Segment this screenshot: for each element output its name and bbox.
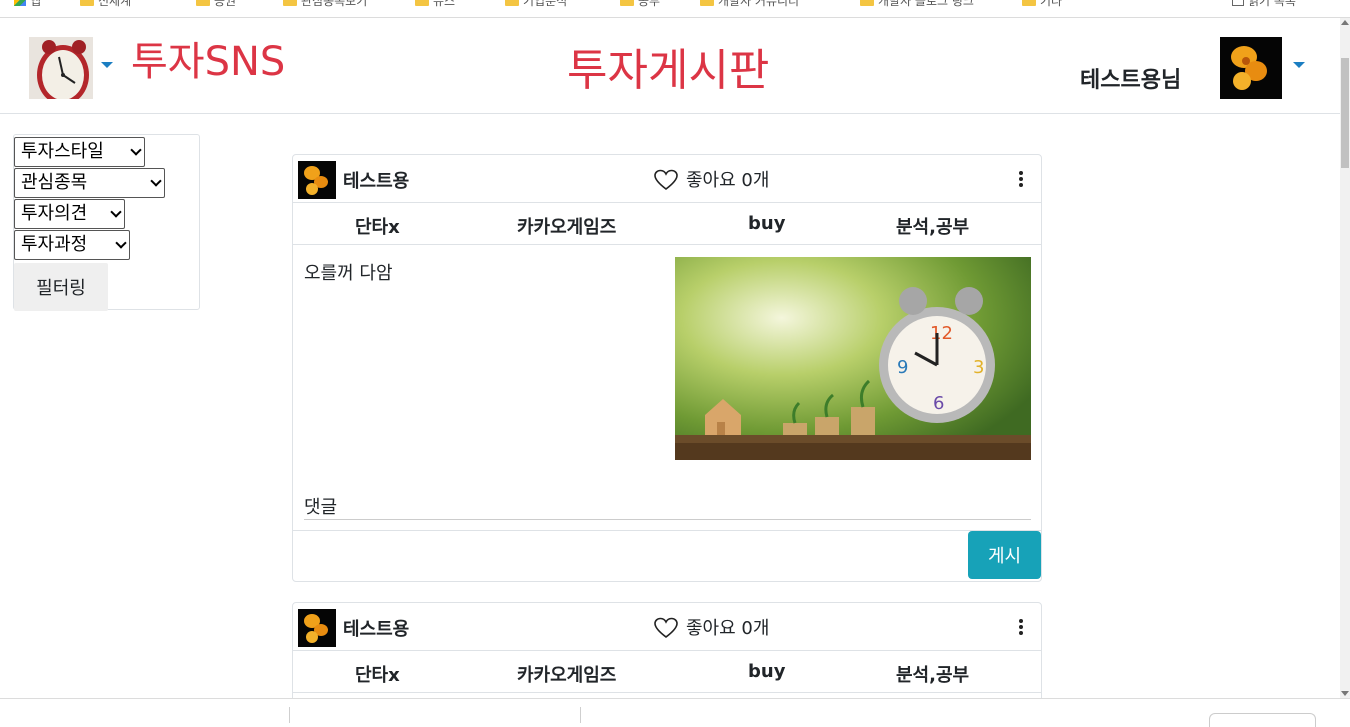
style-select-value: 투자스타일 xyxy=(21,141,104,162)
folder-icon xyxy=(283,0,297,6)
folder-icon xyxy=(415,0,429,6)
bookmark-label: 앱 xyxy=(30,0,42,8)
bookmark-folder[interactable]: 뉴스 xyxy=(415,0,455,8)
bookmark-label: 기타 xyxy=(1040,0,1063,8)
svg-text:6: 6 xyxy=(933,393,944,414)
folder-icon xyxy=(196,0,210,6)
tag-stock: 카카오게임즈 xyxy=(517,665,617,686)
style-select[interactable]: 투자스타일 xyxy=(14,137,145,167)
bookmark-folder[interactable]: 기업분석 xyxy=(505,0,567,8)
folder-icon xyxy=(700,0,714,6)
process-select[interactable]: 투자과정 xyxy=(14,230,130,260)
post-header: 테스트용 좋아요 0개 xyxy=(293,603,1041,651)
bookmarks-bar: 앱 신세계 증권 관심종목보기 뉴스 기업분석 공부 개발자 커뮤니티 개발자 … xyxy=(0,0,1350,18)
chevron-down-icon xyxy=(115,237,127,249)
bookmark-folder[interactable]: 공부 xyxy=(620,0,660,8)
post-tags: 단타x 카카오게임즈 buy 분석,공부 xyxy=(293,651,1041,693)
post-tags: 단타x 카카오게임즈 buy 분석,공부 xyxy=(293,203,1041,245)
svg-text:3: 3 xyxy=(973,357,984,378)
like-count: 좋아요 0개 xyxy=(686,170,770,191)
svg-text:12: 12 xyxy=(930,323,953,344)
tag-opinion: buy xyxy=(748,661,786,682)
chevron-down-icon xyxy=(130,144,142,156)
scroll-thumb[interactable] xyxy=(1341,58,1349,168)
tag-style: 단타x xyxy=(355,217,400,238)
svg-text:9: 9 xyxy=(897,357,908,378)
post-comment-button[interactable]: 게시 xyxy=(968,531,1041,579)
folder-icon xyxy=(620,0,634,6)
tag-process: 분석,공부 xyxy=(896,217,970,238)
tag-process: 분석,공부 xyxy=(896,665,970,686)
user-avatar[interactable] xyxy=(1220,37,1282,99)
scroll-down-arrow-icon[interactable] xyxy=(1341,691,1349,696)
bookmark-label: 개발자 커뮤니티 xyxy=(718,0,800,8)
site-header: 투자SNS 투자게시판 테스트용님 xyxy=(0,18,1340,114)
tag-opinion: buy xyxy=(748,213,786,234)
more-options-icon[interactable] xyxy=(1019,619,1023,635)
chevron-down-icon xyxy=(150,175,162,187)
folder-icon xyxy=(1022,0,1036,6)
divider xyxy=(580,707,581,723)
folder-icon xyxy=(860,0,874,6)
download-shelf-item[interactable] xyxy=(1209,713,1316,727)
bookmark-label: 신세계 xyxy=(98,0,132,8)
scroll-up-arrow-icon[interactable] xyxy=(1341,20,1349,25)
post-image: 12 9 3 6 xyxy=(675,257,1031,460)
page-title: 투자게시판 xyxy=(567,45,770,96)
bookmark-label: 읽기 목록 xyxy=(1248,0,1296,8)
bookmark-label: 기업분석 xyxy=(523,0,568,8)
divider xyxy=(289,707,290,723)
bookmark-folder[interactable]: 관심종목보기 xyxy=(283,0,367,8)
bookmark-folder[interactable]: 개발자 커뮤니티 xyxy=(700,0,799,8)
more-options-icon[interactable] xyxy=(1019,171,1023,187)
bookmark-apps[interactable]: 앱 xyxy=(14,0,41,8)
stock-select[interactable]: 관심종목 xyxy=(14,168,165,198)
author-avatar[interactable] xyxy=(298,161,336,199)
brand-title[interactable]: 투자SNS xyxy=(131,38,285,86)
page-scrollbar[interactable] xyxy=(1340,18,1350,698)
bookmark-label: 관심종목보기 xyxy=(301,0,368,8)
process-select-value: 투자과정 xyxy=(21,234,88,255)
tag-style: 단타x xyxy=(355,665,400,686)
apps-icon xyxy=(14,0,26,6)
post-card: 테스트용 좋아요 0개 단타x 카카오게임즈 buy 분석,공부 오를꺼 다암 xyxy=(292,154,1042,582)
comment-input[interactable] xyxy=(304,519,1031,520)
bookmark-label: 증권 xyxy=(214,0,237,8)
user-dropdown-caret-icon[interactable] xyxy=(1293,62,1305,68)
heart-icon[interactable] xyxy=(654,169,678,191)
opinion-select[interactable]: 투자의견 xyxy=(14,199,125,229)
post-author[interactable]: 테스트용 xyxy=(343,167,409,193)
tag-stock: 카카오게임즈 xyxy=(517,217,617,238)
author-avatar[interactable] xyxy=(298,609,336,647)
heart-icon[interactable] xyxy=(654,617,678,639)
bookmark-folder[interactable]: 기타 xyxy=(1022,0,1062,8)
stock-select-value: 관심종목 xyxy=(21,172,88,193)
post-header: 테스트용 좋아요 0개 xyxy=(293,155,1041,203)
bookmark-folder[interactable]: 증권 xyxy=(196,0,236,8)
bookmark-folder[interactable]: 개발자 블로그 링크 xyxy=(860,0,974,8)
user-name: 테스트용님 xyxy=(1080,68,1182,93)
post-body: 오를꺼 다암 12 9 3 6 댓글 xyxy=(293,245,1041,531)
chevron-down-icon xyxy=(110,206,122,218)
clock-logo[interactable] xyxy=(29,37,93,99)
post-card: 테스트용 좋아요 0개 단타x 카카오게임즈 buy 분석,공부 xyxy=(292,602,1042,712)
bottom-strip xyxy=(0,698,1350,727)
folder-icon xyxy=(80,0,94,6)
post-footer: 게시 xyxy=(293,531,1041,581)
reading-list[interactable]: 읽기 목록 xyxy=(1232,0,1296,8)
like-count: 좋아요 0개 xyxy=(686,618,770,639)
post-content: 오를꺼 다암 xyxy=(304,263,393,284)
opinion-select-value: 투자의견 xyxy=(21,203,88,224)
post-author[interactable]: 테스트용 xyxy=(343,615,409,641)
bookmark-label: 뉴스 xyxy=(433,0,456,8)
folder-icon xyxy=(505,0,519,6)
logo-dropdown-caret-icon[interactable] xyxy=(101,62,113,68)
filter-button[interactable]: 필터링 xyxy=(14,263,108,311)
filter-panel: 투자스타일 관심종목 투자의견 투자과정 필터링 xyxy=(13,134,200,311)
bookmark-folder[interactable]: 신세계 xyxy=(80,0,131,8)
reading-list-icon xyxy=(1232,0,1244,6)
bookmark-label: 개발자 블로그 링크 xyxy=(878,0,974,8)
bookmark-label: 공부 xyxy=(638,0,661,8)
comment-label: 댓글 xyxy=(304,497,338,518)
